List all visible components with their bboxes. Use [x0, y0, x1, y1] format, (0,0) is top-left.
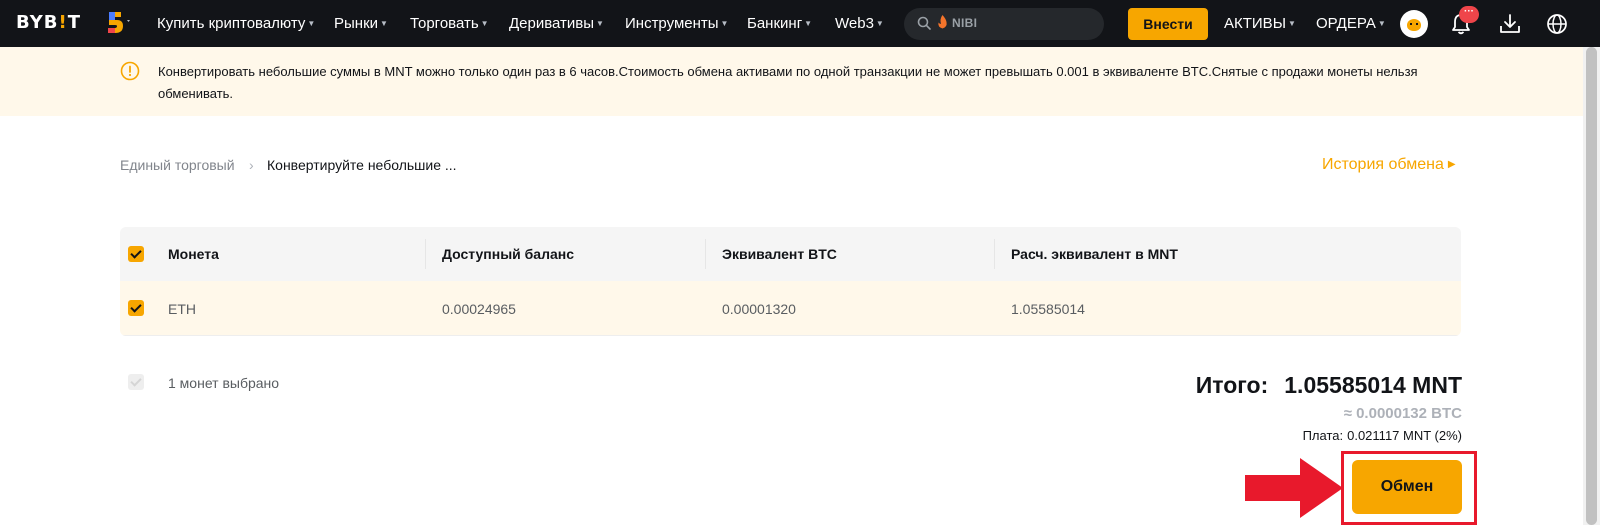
caret-down-icon: ▼	[804, 19, 813, 28]
fee-label: Плата:	[1302, 428, 1344, 443]
select-all-footer-checkbox[interactable]	[128, 374, 144, 390]
nav-tools[interactable]: Инструменты ▼	[625, 0, 728, 47]
avatar-eyes	[1410, 23, 1418, 25]
header-coin: Монета	[168, 246, 219, 262]
caret-down-icon: ▼	[307, 19, 316, 28]
table-row[interactable]: ETH 0.00024965 0.00001320 1.05585014	[120, 281, 1461, 336]
notice-text: Конвертировать небольшие суммы в MNT мож…	[158, 64, 1418, 101]
header-btc-equivalent: Эквивалент BTC	[722, 246, 837, 262]
exchange-history-link[interactable]: История обмена ▶	[1322, 156, 1456, 174]
triangle-right-icon: ▶	[1447, 159, 1456, 170]
column-divider	[425, 239, 426, 269]
caret-down-icon: ▼	[480, 19, 489, 28]
breadcrumb-current: Конвертируйте небольшие ...	[267, 157, 457, 173]
caret-down-icon: ▼	[720, 19, 729, 28]
nav-assets[interactable]: АКТИВЫ ▼	[1224, 0, 1296, 47]
fee-value: 0.021117 MNT (2%)	[1347, 428, 1462, 443]
cell-available-balance: 0.00024965	[442, 301, 516, 317]
avatar-face	[1407, 19, 1421, 31]
cell-btc-equivalent: 0.00001320	[722, 301, 796, 317]
search-hint-text: NIBI	[952, 16, 978, 30]
download-icon[interactable]	[1498, 12, 1522, 36]
search-icon	[917, 16, 931, 30]
deposit-button[interactable]: Внести	[1128, 8, 1208, 40]
notification-badge: ···	[1459, 6, 1479, 23]
caret-down-icon: ▼	[1287, 19, 1296, 28]
notice-banner: Конвертировать небольшие суммы в MNT мож…	[0, 47, 1583, 116]
nav-trade[interactable]: Торговать ▼	[410, 0, 489, 47]
nav-derivatives[interactable]: Деривативы ▼	[509, 0, 604, 47]
avatar[interactable]	[1400, 10, 1428, 38]
caret-down-icon: ▼	[875, 19, 884, 28]
search-input[interactable]: NIBI	[904, 8, 1104, 40]
nav-orders[interactable]: ОРДЕРА ▼	[1316, 0, 1386, 47]
btc-equivalent-total: ≈ 0.0000132 BTC	[1343, 405, 1462, 422]
exchange-button[interactable]: Обмен	[1352, 460, 1462, 514]
caret-down-icon: ▼	[596, 19, 604, 28]
breadcrumb-parent[interactable]: Единый торговый	[120, 157, 235, 173]
cell-coin: ETH	[168, 301, 196, 317]
red-arrow-annotation	[1245, 458, 1343, 518]
table-header: Монета Доступный баланс Эквивалент BTC Р…	[120, 227, 1461, 281]
fee-info: Плата: 0.021117 MNT (2%)	[1303, 428, 1462, 443]
info-icon	[120, 61, 140, 81]
small-balance-table: Монета Доступный баланс Эквивалент BTC Р…	[120, 227, 1461, 336]
nav-banking[interactable]: Банкинг ▼	[747, 0, 812, 47]
fire-icon	[938, 15, 947, 29]
scrollbar[interactable]	[1583, 47, 1600, 525]
caret-down-icon: ▼	[1377, 19, 1386, 28]
column-divider	[705, 239, 706, 269]
header-available-balance: Доступный баланс	[442, 246, 575, 262]
total-value: 1.05585014 MNT	[1284, 372, 1462, 398]
total-amount: Итого: 1.05585014 MNT	[1196, 372, 1462, 399]
bybit-logo[interactable]: BYB!T	[16, 12, 81, 33]
top-navbar: BYB!T Купить криптовалюту ▼ Рынки ▼ Торгов…	[0, 0, 1600, 47]
nav-web3[interactable]: Web3 ▼	[835, 0, 884, 47]
row-checkbox[interactable]	[128, 300, 144, 316]
scrollbar-thumb[interactable]	[1586, 47, 1597, 525]
cell-mnt-equivalent: 1.05585014	[1011, 301, 1085, 317]
breadcrumb-separator: ›	[249, 157, 254, 173]
selected-count-text: 1 монет выбрано	[168, 375, 280, 391]
nav-markets[interactable]: Рынки ▼	[334, 0, 388, 47]
caret-down-icon: ▼	[380, 19, 388, 28]
nav-buy-crypto[interactable]: Купить криптовалюту ▼	[157, 0, 315, 47]
column-divider	[994, 239, 995, 269]
select-all-checkbox[interactable]	[128, 246, 144, 262]
globe-icon[interactable]	[1545, 12, 1569, 36]
total-label: Итого:	[1195, 372, 1269, 398]
five-anniversary-icon[interactable]	[106, 11, 134, 35]
header-mnt-equivalent: Расч. эквивалент в MNT	[1011, 246, 1178, 262]
